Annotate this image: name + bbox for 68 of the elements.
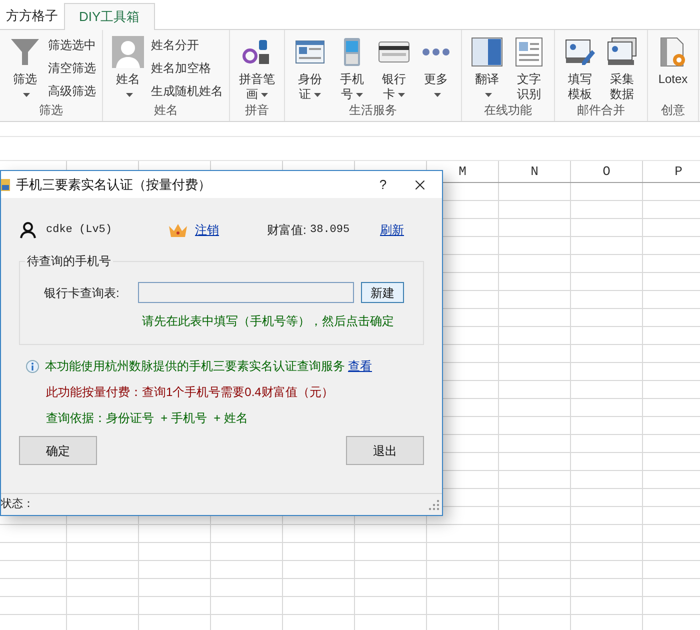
- field-label: 银行卡查询表:: [44, 284, 120, 302]
- ribbon-menu-item[interactable]: 筛选选中: [46, 36, 98, 55]
- ribbon-button[interactable]: 姓名: [107, 30, 149, 102]
- column-header[interactable]: N: [499, 161, 571, 182]
- ribbon-menu-item[interactable]: 姓名加空格: [149, 59, 225, 78]
- caret-icon: [398, 92, 405, 97]
- ribbon-menu-item[interactable]: 生成随机姓名: [149, 82, 225, 101]
- dialog-button[interactable]: 退出: [346, 436, 424, 465]
- person-icon: [112, 36, 144, 68]
- ribbon-button[interactable]: 翻译: [466, 30, 508, 102]
- document-icon: [513, 36, 545, 68]
- funnel-icon: [9, 36, 41, 68]
- logout-link[interactable]: 注销: [195, 221, 267, 239]
- group-legend: 待查询的手机号: [25, 253, 113, 269]
- more-icon: [420, 48, 452, 56]
- group-label: 筛选: [39, 102, 63, 118]
- ribbon-tab[interactable]: DIY工具箱: [64, 3, 155, 30]
- username: cdke (Lv5): [46, 222, 114, 238]
- app-icon: [1, 178, 10, 190]
- ribbon-menu-item[interactable]: 清空筛选: [46, 59, 98, 78]
- group-label: 在线功能: [484, 102, 532, 118]
- column-header[interactable]: O: [571, 161, 643, 182]
- column-header[interactable]: P: [643, 161, 700, 182]
- status-text: 状态：: [1, 496, 34, 512]
- table-field[interactable]: [138, 282, 354, 303]
- view-link[interactable]: 查看: [348, 357, 372, 375]
- ribbon-button[interactable]: 拼音笔 画: [234, 30, 280, 102]
- caret-icon: [314, 92, 321, 97]
- refresh-link[interactable]: 刷新: [380, 221, 404, 239]
- ribbon-button[interactable]: 手机 号: [331, 30, 373, 102]
- group-label: 邮件合并: [577, 102, 625, 118]
- caret-icon: [23, 92, 30, 96]
- ribbon-button[interactable]: 银行 卡: [373, 30, 415, 102]
- info-text: 本功能使用杭州数脉提供的手机三要素实名认证查询服务: [45, 358, 345, 375]
- ribbon-button[interactable]: 文字 识别: [508, 30, 550, 102]
- hint-text: 请先在此表中填写（手机号等），然后点击确定: [142, 313, 395, 330]
- split-panel-icon: [471, 36, 503, 68]
- ribbon-button[interactable]: Lotex: [652, 30, 694, 102]
- dialog-button[interactable]: 确定: [19, 436, 97, 465]
- wealth-label: 财富值:: [267, 222, 308, 239]
- group-label: 创意: [661, 102, 685, 118]
- crown-icon: [168, 222, 188, 238]
- caret-icon: [434, 92, 441, 96]
- caret-icon: [356, 92, 363, 97]
- ribbon-button[interactable]: 筛选: [4, 30, 46, 102]
- caret-icon: [261, 92, 268, 97]
- ribbon-button[interactable]: 采集 数据: [601, 30, 643, 102]
- info-icon: [26, 360, 39, 372]
- group-label: 拼音: [245, 102, 269, 118]
- ribbon-button[interactable]: 身份 证: [289, 30, 331, 102]
- wealth-value: 38.095: [310, 222, 351, 238]
- resize-grip-icon: [429, 500, 439, 510]
- ribbon-menu-item[interactable]: 高级筛选: [46, 82, 98, 101]
- help-button[interactable]: ?: [368, 174, 398, 194]
- ribbon-menu-item[interactable]: 姓名分开: [149, 36, 225, 55]
- user-icon: [19, 221, 37, 239]
- caret-icon: [485, 92, 492, 96]
- price-text: 此功能按量付费：查询1个手机号需要0.4财富值（元）: [46, 384, 334, 401]
- group-label: 姓名: [154, 102, 178, 118]
- group-label: 生活服务: [349, 102, 397, 118]
- basis-text: 查询依据：身份证号 + 手机号 + 姓名: [46, 410, 250, 427]
- card-stack-icon: [606, 36, 638, 68]
- ribbon-button[interactable]: 填写 模板: [559, 30, 601, 102]
- ribbon-button[interactable]: 更多: [415, 30, 457, 102]
- window-title: 手机三要素实名认证（按量付费）: [16, 176, 211, 194]
- new-button[interactable]: 新建: [361, 282, 404, 303]
- ribbon-tab[interactable]: 方方格子: [0, 2, 64, 29]
- caret-icon: [126, 92, 133, 96]
